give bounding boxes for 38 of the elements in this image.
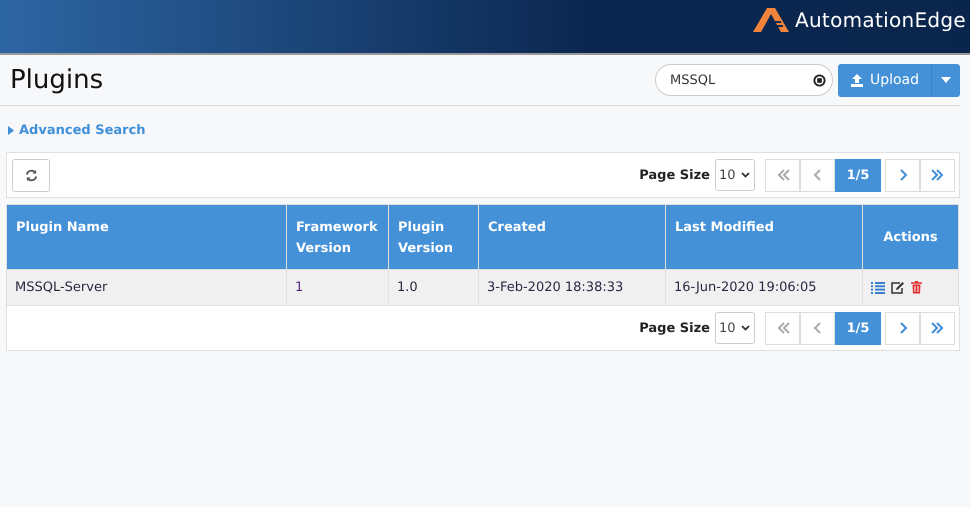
double-chevron-icon <box>930 320 946 336</box>
page-size-select[interactable]: 10 <box>715 159 755 191</box>
table-cell: MSSQL-Server <box>15 280 108 295</box>
caret-icon <box>8 126 14 135</box>
table-cell: 3-Feb-2020 18:38:33 <box>487 280 624 295</box>
last-page-button[interactable] <box>920 158 955 192</box>
logo-icon <box>750 6 791 34</box>
chevron-icon <box>741 325 750 331</box>
next-page-button[interactable] <box>885 158 920 192</box>
column-header: Plugin Version <box>398 220 453 256</box>
search-field[interactable]: MSSQL <box>655 64 833 96</box>
refresh-icon <box>24 168 38 182</box>
page-size-select[interactable]: 10 <box>715 312 755 344</box>
list-icon[interactable] <box>871 282 885 294</box>
double-chevron-icon <box>930 167 946 183</box>
logo-text: AutomationEdge <box>794 8 966 32</box>
column-header: Created <box>488 220 546 235</box>
column-header: Actions <box>883 230 938 244</box>
column-header: Framework Version <box>296 220 378 256</box>
last-page-button[interactable] <box>920 312 955 344</box>
page-size-label: Page Size <box>639 168 710 182</box>
search-input[interactable]: MSSQL <box>668 72 813 88</box>
table-cell: 16-Jun-2020 19:06:05 <box>674 280 817 295</box>
table-cell: 1.0 <box>397 280 418 295</box>
next-page-button[interactable] <box>885 312 920 344</box>
edit-icon[interactable] <box>891 281 905 294</box>
column-header: Last Modified <box>675 220 774 235</box>
refresh-button[interactable] <box>12 158 50 192</box>
chevron-icon <box>741 172 750 178</box>
trash-icon[interactable] <box>911 281 922 294</box>
caret-icon <box>941 77 951 83</box>
dropdown-button[interactable] <box>931 64 960 96</box>
clear-icon[interactable] <box>813 74 826 86</box>
page-title: Plugins <box>10 65 104 95</box>
table-cell: 1 <box>295 280 304 295</box>
upload-icon <box>850 73 864 87</box>
page-size-label: Page Size <box>639 320 710 336</box>
column-header: Plugin Name <box>16 220 109 235</box>
